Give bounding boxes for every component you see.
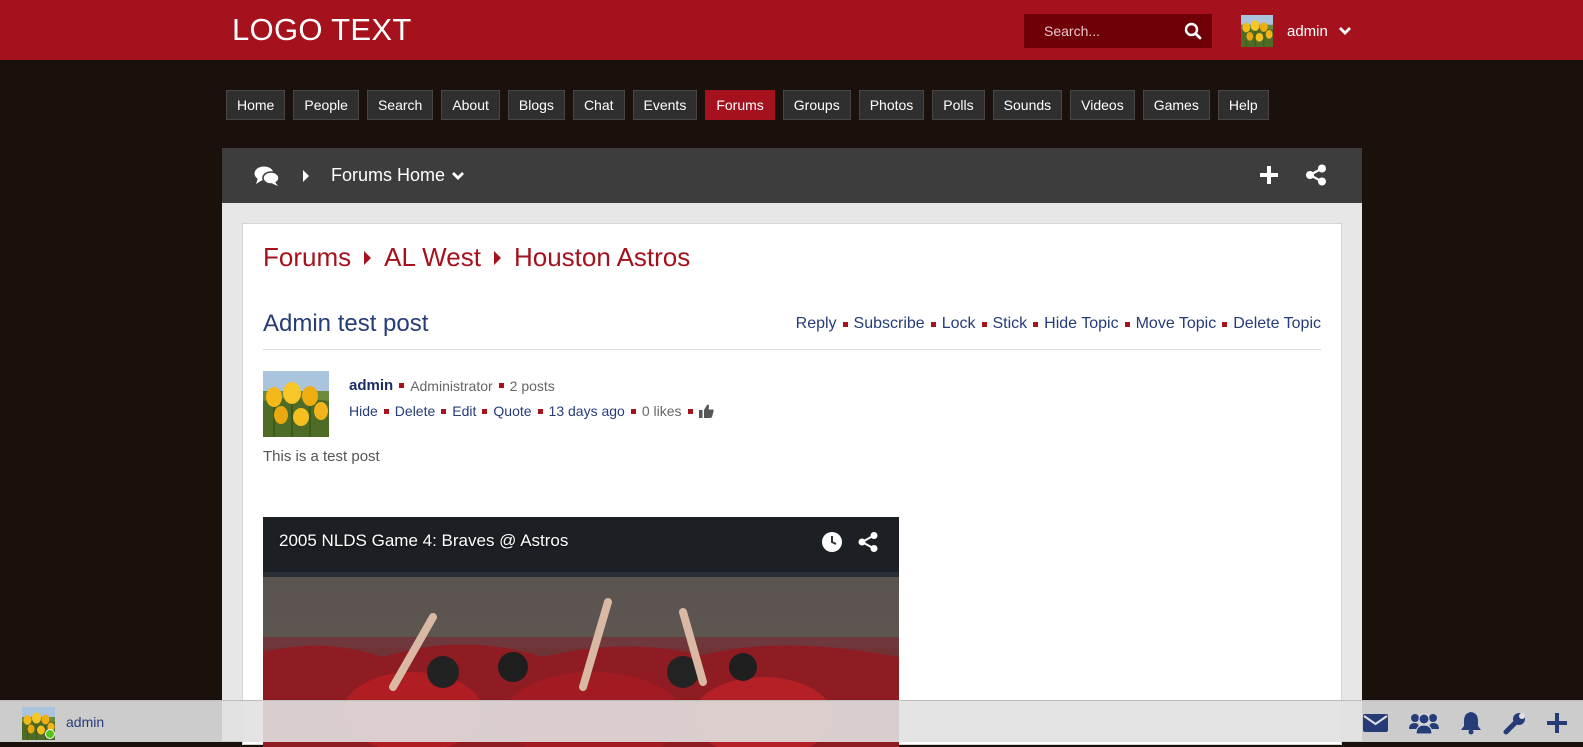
post-author-meta: admin Administrator 2 posts [349,377,555,394]
topic-move-topic-link[interactable]: Move Topic [1136,315,1217,333]
bottom-user-name[interactable]: admin [66,714,104,730]
nav-help-button[interactable]: Help [1217,90,1269,120]
separator-dot [441,408,447,414]
user-menu[interactable]: admin [1241,15,1352,47]
separator-dot [930,321,936,327]
site-logo[interactable]: LOGO TEXT [232,12,412,48]
post-quote-link[interactable]: Quote [493,403,531,419]
chevron-down-icon [1338,27,1351,35]
separator-dot [842,321,848,327]
separator-dot [630,408,636,414]
topic-hide-topic-link[interactable]: Hide Topic [1044,315,1118,333]
separator-dot [1222,321,1228,327]
separator-dot [1033,321,1039,327]
bottom-icons [1363,711,1567,735]
forums-home-label: Forums Home [331,165,446,185]
topic-stick-link[interactable]: Stick [993,315,1028,333]
forum-chat-icon[interactable] [254,165,280,192]
breadcrumb: Forums AL West Houston Astros [263,242,690,273]
post-body: This is a test post [263,448,380,465]
post-edit-link[interactable]: Edit [452,403,476,419]
separator-dot [399,383,405,388]
nav-polls-button[interactable]: Polls [932,90,985,120]
author-post-count: 2 posts [509,377,555,394]
post-hide-link[interactable]: Hide [349,403,378,419]
bottom-toolbar: admin [0,700,1583,742]
post-likes-count: 0 likes [641,403,682,419]
nav-search-button[interactable]: Search [366,90,434,120]
separator-dot [537,408,543,414]
search-input[interactable] [1024,14,1174,48]
caret-right-icon [302,169,310,187]
topic-reply-link[interactable]: Reply [796,315,837,333]
main-nav: Home People Search About Blogs Chat Events Foru… [226,90,1269,120]
chevron-down-icon [452,171,465,180]
envelope-icon[interactable] [1363,713,1388,733]
online-status-indicator [45,729,55,739]
nav-sounds-button[interactable]: Sounds [992,90,1063,120]
breadcrumb-al-west[interactable]: AL West [384,242,481,273]
plus-icon[interactable] [1259,165,1279,190]
forum-toolbar: Forums Home [222,148,1362,203]
post-author-link[interactable]: admin [349,377,393,394]
nav-forums-button[interactable]: Forums [705,90,775,120]
nav-photos-button[interactable]: Photos [858,90,925,120]
nav-videos-button[interactable]: Videos [1070,90,1135,120]
plus-icon[interactable] [1547,713,1567,733]
separator-dot [498,383,504,388]
search-icon[interactable] [1184,22,1202,40]
clock-icon[interactable] [821,531,843,558]
post-time-link[interactable]: 13 days ago [549,403,625,419]
thumbs-up-icon[interactable] [698,404,714,418]
topic-delete-topic-link[interactable]: Delete Topic [1233,315,1321,333]
separator-dot [383,408,389,414]
topic-lock-link[interactable]: Lock [942,315,976,333]
nav-about-button[interactable]: About [441,90,500,120]
post-actions: Hide Delete Edit Quote 13 days ago 0 lik… [349,403,714,419]
content-panel: Forums AL West Houston Astros Admin test… [242,223,1342,747]
share-icon[interactable] [857,531,879,558]
share-icon[interactable] [1305,164,1327,191]
content-wrapper: Forums AL West Houston Astros Admin test… [222,203,1362,747]
nav-people-button[interactable]: People [293,90,359,120]
separator-dot [1124,321,1130,327]
separator-dot [687,408,693,414]
nav-events-button[interactable]: Events [632,90,698,120]
wrench-icon[interactable] [1503,712,1526,735]
post-author-avatar[interactable] [263,371,329,437]
caret-right-icon [364,250,372,265]
nav-home-button[interactable]: Home [226,90,286,120]
forums-home-dropdown[interactable]: Forums Home [331,165,465,186]
video-title: 2005 NLDS Game 4: Braves @ Astros [279,531,569,550]
separator-dot [981,321,987,327]
caret-right-icon [493,250,501,265]
users-icon[interactable] [1409,712,1439,734]
nav-chat-button[interactable]: Chat [572,90,625,120]
search-box [1024,14,1212,48]
divider [263,349,1321,350]
user-name: admin [1287,22,1328,40]
nav-games-button[interactable]: Games [1142,90,1210,120]
topic-title: Admin test post [263,310,429,337]
separator-dot [482,408,488,414]
topic-subscribe-link[interactable]: Subscribe [854,315,925,333]
post-delete-link[interactable]: Delete [395,403,435,419]
nav-groups-button[interactable]: Groups [782,90,851,120]
top-header: LOGO TEXT admin [0,0,1583,60]
breadcrumb-houston-astros[interactable]: Houston Astros [514,242,690,273]
author-role: Administrator [410,377,493,394]
breadcrumb-forums[interactable]: Forums [263,242,351,273]
topic-actions: Reply Subscribe Lock Stick Hide Topic Move To… [796,315,1321,333]
user-avatar [1241,15,1273,47]
bell-icon[interactable] [1460,711,1482,735]
nav-blogs-button[interactable]: Blogs [507,90,565,120]
